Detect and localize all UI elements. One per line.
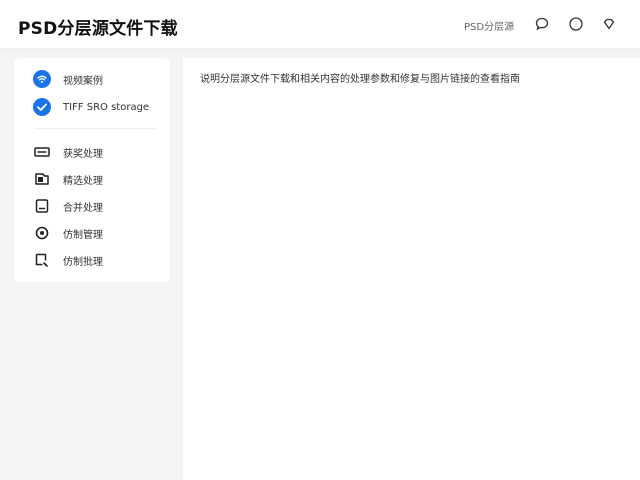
sidebar-item-video-cases[interactable]: 视频案例 [14, 67, 170, 91]
sidebar-item-merge[interactable]: 合并处理 [14, 194, 170, 218]
chat-icon[interactable] [534, 16, 550, 32]
sidebar-divider [34, 128, 156, 129]
target-icon [33, 224, 51, 242]
sidebar-item-tiff-storage[interactable]: TIFF SRO storage [14, 95, 170, 119]
document-icon [33, 197, 51, 215]
sidebar-item-award[interactable]: 获奖处理 [14, 140, 170, 164]
sidebar-item-clone-manage[interactable]: 仿制管理 [14, 221, 170, 245]
wifi-icon [33, 70, 51, 88]
sidebar-item-clone-batch[interactable]: 仿制批理 [14, 248, 170, 272]
sidebar-item-label: 精选处理 [63, 175, 103, 187]
crop-icon [33, 251, 51, 269]
circle-icon[interactable] [568, 16, 584, 32]
header-link[interactable]: PSD分层源 [464, 18, 514, 33]
sidebar: 视频案例 TIFF SRO storage 获奖处理 精选处理 合并处理 仿制管… [14, 58, 170, 282]
sidebar-item-label: 视频案例 [63, 75, 103, 87]
check-icon [33, 98, 51, 116]
sidebar-item-selected[interactable]: 精选处理 [14, 167, 170, 191]
sidebar-item-label: 仿制管理 [63, 229, 103, 241]
main-content: 说明分层源文件下载和相关内容的处理参数和修复与图片链接的查看指南 [183, 58, 640, 480]
main-description: 说明分层源文件下载和相关内容的处理参数和修复与图片链接的查看指南 [200, 74, 520, 85]
sidebar-item-label: 仿制批理 [63, 256, 103, 268]
sidebar-item-label: TIFF SRO storage [63, 101, 150, 113]
diamond-icon[interactable] [601, 16, 617, 32]
top-bar: PSD分层源文件下载 PSD分层源 [0, 0, 640, 49]
app-title: PSD分层源文件下载 [18, 19, 178, 39]
folder-icon [33, 170, 51, 188]
card-icon [33, 143, 51, 161]
sidebar-item-label: 合并处理 [63, 202, 103, 214]
sidebar-item-label: 获奖处理 [63, 148, 103, 160]
